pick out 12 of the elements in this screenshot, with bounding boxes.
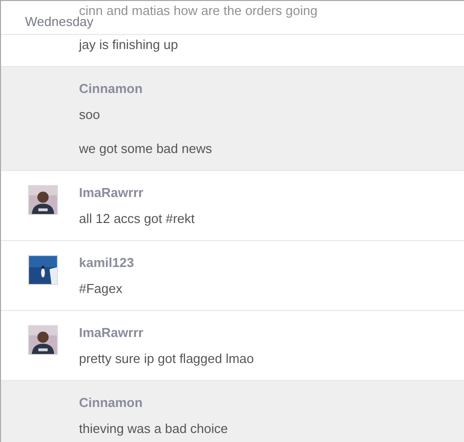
- sender-name: Cinnamon: [79, 81, 144, 97]
- sender-name: kamil123: [79, 255, 134, 271]
- message-text: jay is finishing up: [79, 37, 179, 53]
- message-text: we got some bad news: [79, 141, 212, 157]
- message-text: thieving was a bad choice: [79, 421, 228, 437]
- message-text: all 12 accs got #rekt: [79, 211, 195, 227]
- message-text: soo: [79, 107, 101, 123]
- message-text: #Fagex: [79, 281, 124, 297]
- sender-name: ImaRawrrr: [79, 325, 144, 341]
- sender-name: ImaRawrrr: [79, 185, 144, 201]
- message-text: pretty sure ip got flagged lmao: [79, 351, 254, 367]
- sender-name: Cinnamon: [79, 395, 144, 411]
